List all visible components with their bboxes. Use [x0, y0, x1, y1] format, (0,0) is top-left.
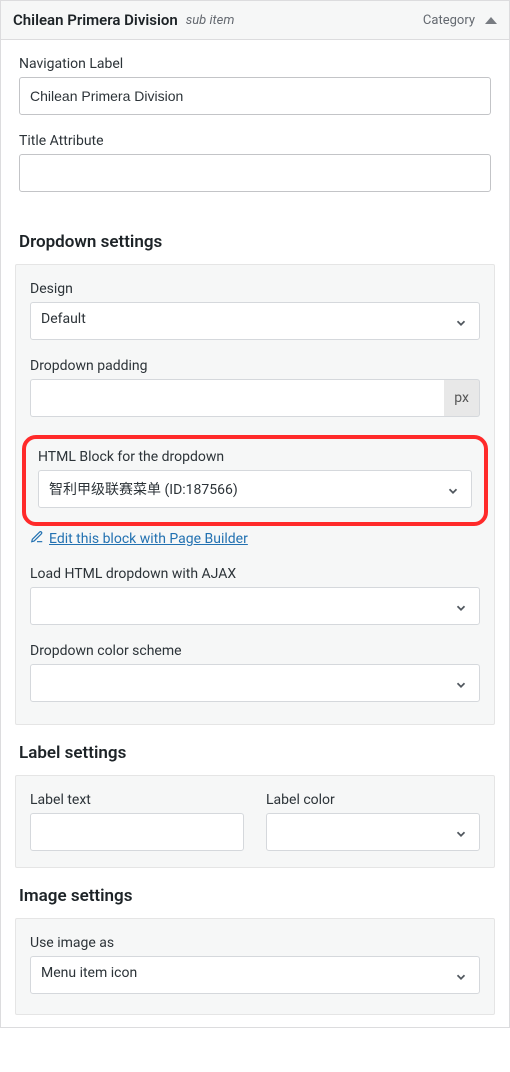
edit-block-link[interactable]: Edit this block with Page Builder [30, 530, 248, 548]
highlight-box: HTML Block for the dropdown 智利甲级联赛菜单 (ID… [22, 435, 488, 526]
use-image-as-label: Use image as [30, 935, 480, 951]
use-image-as-select[interactable]: Menu item icon [30, 956, 480, 994]
label-color-label: Label color [266, 792, 480, 808]
image-settings-title: Image settings [1, 886, 509, 918]
navigation-label-label: Navigation Label [19, 56, 491, 72]
title-attribute-input[interactable] [19, 154, 491, 192]
html-block-label: HTML Block for the dropdown [38, 449, 472, 465]
collapse-icon [485, 17, 497, 24]
ajax-select[interactable] [30, 587, 480, 625]
color-scheme-select[interactable] [30, 664, 480, 702]
design-label: Design [30, 281, 480, 297]
dropdown-settings-panel: Design Default Dropdown padding px HTML … [15, 264, 495, 725]
title-attribute-label: Title Attribute [19, 133, 491, 149]
menu-item-header[interactable]: Chilean Primera Division sub item Catego… [1, 1, 509, 40]
label-settings-title: Label settings [1, 743, 509, 775]
image-settings-panel: Use image as Menu item icon [15, 918, 495, 1015]
menu-item-panel: Chilean Primera Division sub item Catego… [0, 0, 510, 1028]
label-color-select[interactable] [266, 813, 480, 851]
dropdown-padding-input[interactable] [30, 379, 444, 417]
sub-item-label: sub item [186, 13, 235, 28]
ajax-label: Load HTML dropdown with AJAX [30, 566, 480, 582]
html-block-select[interactable]: 智利甲级联赛菜单 (ID:187566) [38, 470, 472, 508]
edit-block-link-text: Edit this block with Page Builder [49, 531, 248, 547]
design-select[interactable]: Default [30, 302, 480, 340]
unit-suffix: px [444, 379, 480, 417]
color-scheme-label: Dropdown color scheme [30, 643, 480, 659]
menu-item-title: Chilean Primera Division [13, 11, 178, 29]
pencil-icon [30, 530, 44, 548]
label-text-input[interactable] [30, 813, 244, 851]
dropdown-settings-title: Dropdown settings [1, 232, 509, 264]
dropdown-padding-label: Dropdown padding [30, 358, 480, 374]
label-text-label: Label text [30, 792, 244, 808]
general-fields: Navigation Label Title Attribute [1, 40, 509, 214]
item-type-label: Category [423, 13, 475, 28]
navigation-label-input[interactable] [19, 77, 491, 115]
label-settings-panel: Label text Label color [15, 775, 495, 868]
